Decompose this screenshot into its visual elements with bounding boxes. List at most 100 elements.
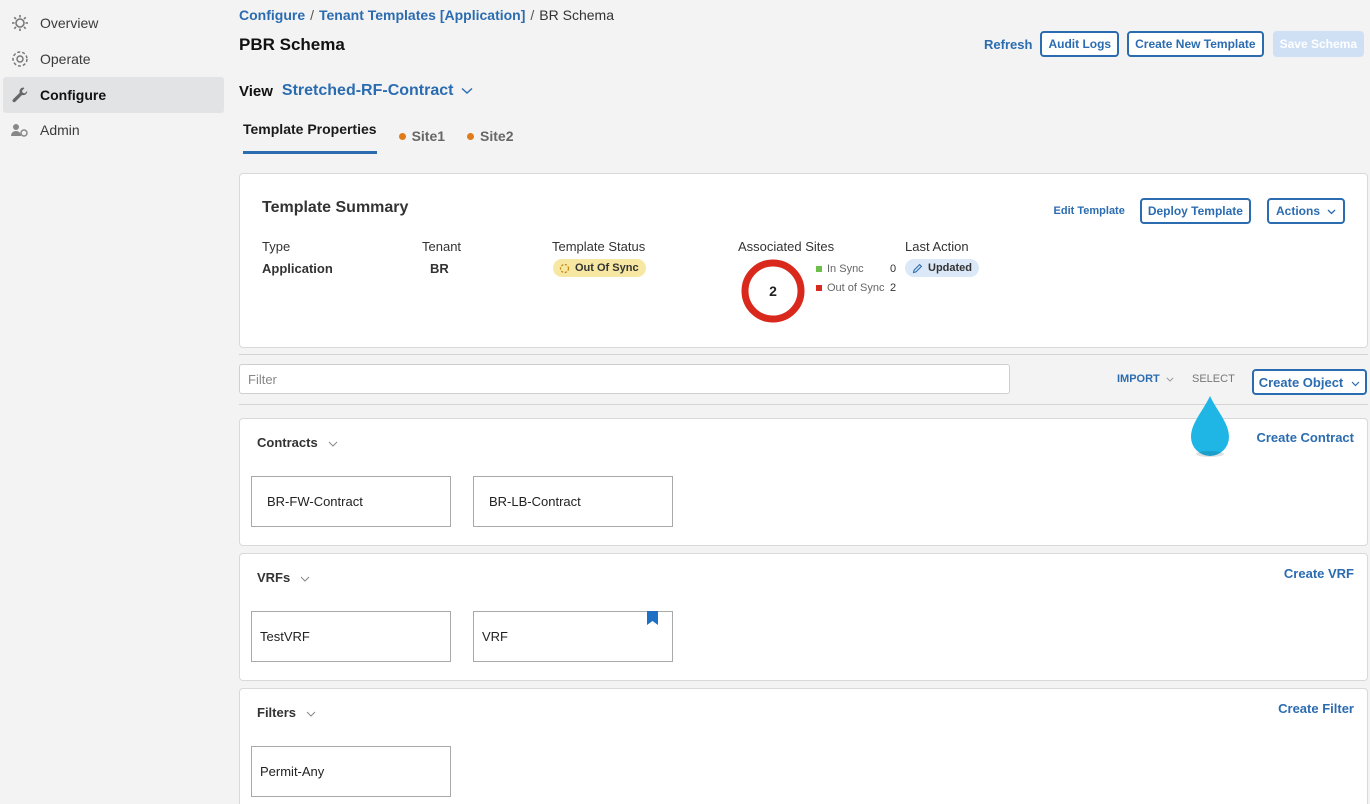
vrf-card-label: VRF xyxy=(482,629,508,644)
view-value[interactable]: Stretched-RF-Contract xyxy=(282,82,454,100)
edit-template-button[interactable]: Edit Template xyxy=(1054,205,1125,217)
section-title: Filters xyxy=(257,705,297,720)
last-action-label: Last Action xyxy=(905,239,969,254)
deploy-template-button[interactable]: Deploy Template xyxy=(1139,198,1251,224)
last-action-text: Updated xyxy=(928,262,972,274)
pencil-icon xyxy=(912,263,923,274)
section-header[interactable]: Filters xyxy=(257,705,316,720)
breadcrumb-current: BR Schema xyxy=(539,7,614,23)
chevron-down-icon xyxy=(1327,204,1336,218)
tenant-value: BR xyxy=(430,261,449,276)
legend-in-sync: In Sync xyxy=(816,263,864,275)
sidebar-item-configure[interactable]: Configure xyxy=(3,77,224,113)
sidebar-item-label: Admin xyxy=(40,122,80,138)
status-dot-icon xyxy=(398,132,406,140)
section-header[interactable]: Contracts xyxy=(257,435,338,450)
sidebar-item-admin[interactable]: Admin xyxy=(3,112,224,148)
chevron-down-icon[interactable] xyxy=(328,435,338,450)
in-sync-count: 0 xyxy=(890,263,897,275)
sidebar-item-operate[interactable]: Operate xyxy=(3,41,224,77)
sidebar-item-overview[interactable]: Overview xyxy=(3,5,224,41)
create-new-template-button[interactable]: Create New Template xyxy=(1127,31,1264,57)
filters-section: Filters Create Filter Permit-Any xyxy=(239,688,1368,804)
create-contract-button[interactable]: Create Contract xyxy=(1256,430,1354,445)
type-label: Type xyxy=(262,239,291,254)
template-summary-card: Template Summary Edit Template Deploy Te… xyxy=(239,173,1368,348)
template-status-label: Template Status xyxy=(552,239,646,254)
legend-label: In Sync xyxy=(827,263,864,275)
bookmark-icon xyxy=(647,611,658,628)
template-tabs: Template Properties Site1 Site2 xyxy=(243,121,536,154)
tab-label: Site1 xyxy=(411,128,446,144)
breadcrumb-tenant-templates[interactable]: Tenant Templates [Application] xyxy=(319,7,525,23)
section-title: VRFs xyxy=(257,570,291,585)
tab-site2[interactable]: Site2 xyxy=(467,126,514,146)
type-value: Application xyxy=(262,261,333,276)
save-schema-button[interactable]: Save Schema xyxy=(1272,31,1364,57)
legend-swatch xyxy=(816,266,822,272)
view-label: View xyxy=(239,82,273,100)
wrench-icon xyxy=(10,85,30,105)
drop-indicator-icon xyxy=(1189,395,1231,464)
create-object-label: Create Object xyxy=(1258,374,1344,390)
legend-label: Out of Sync xyxy=(827,282,885,294)
chevron-down-icon[interactable] xyxy=(306,705,316,720)
import-button[interactable]: IMPORT xyxy=(1117,373,1174,385)
sidebar-item-label: Operate xyxy=(40,51,91,67)
associated-sites-label: Associated Sites xyxy=(738,239,835,254)
breadcrumb-separator: / xyxy=(310,7,314,23)
breadcrumb-configure[interactable]: Configure xyxy=(239,7,305,23)
create-filter-button[interactable]: Create Filter xyxy=(1278,701,1354,716)
status-dot-icon xyxy=(467,132,475,140)
select-button[interactable]: SELECT xyxy=(1192,373,1235,385)
chevron-down-icon xyxy=(1351,375,1360,390)
sites-donut-chart: 2 xyxy=(741,259,805,323)
admin-users-icon xyxy=(10,120,30,140)
sidebar-item-label: Configure xyxy=(40,87,107,103)
contract-card[interactable]: BR-LB-Contract xyxy=(473,476,673,527)
chevron-down-icon[interactable] xyxy=(461,82,473,100)
contract-card[interactable]: BR-FW-Contract xyxy=(251,476,451,527)
vrfs-section: VRFs Create VRF TestVRF VRF xyxy=(239,553,1368,681)
summary-title: Template Summary xyxy=(262,199,409,216)
tab-site1[interactable]: Site1 xyxy=(398,126,446,146)
legend-out-of-sync: Out of Sync xyxy=(816,282,884,294)
page-title: PBR Schema xyxy=(239,35,345,54)
sidebar: Overview Operate Configure Admin xyxy=(0,0,229,804)
last-action-badge: Updated xyxy=(905,259,979,277)
refresh-button[interactable]: Refresh xyxy=(984,37,1032,52)
out-of-sync-count: 2 xyxy=(890,282,897,294)
summary-actions: Edit Template Deploy Template Actions xyxy=(1054,198,1345,224)
status-badge-text: Out Of Sync xyxy=(575,262,639,274)
legend-swatch xyxy=(816,285,822,291)
vrf-card[interactable]: TestVRF xyxy=(251,611,451,662)
vrf-card[interactable]: VRF xyxy=(473,611,673,662)
breadcrumb-separator: / xyxy=(530,7,535,23)
create-object-button[interactable]: Create Object xyxy=(1252,369,1367,395)
audit-logs-button[interactable]: Audit Logs xyxy=(1040,31,1120,57)
create-vrf-button[interactable]: Create VRF xyxy=(1284,566,1354,581)
import-label: IMPORT xyxy=(1117,373,1160,385)
header-actions: Refresh Audit Logs Create New Template S… xyxy=(984,31,1364,57)
sites-total: 2 xyxy=(769,283,777,299)
breadcrumb: Configure / Tenant Templates [Application]… xyxy=(239,7,614,23)
chevron-down-icon[interactable] xyxy=(300,570,310,585)
status-badge: Out Of Sync xyxy=(553,259,646,277)
view-selector[interactable]: View Stretched-RF-Contract xyxy=(239,82,473,100)
divider xyxy=(239,354,1368,355)
filter-card[interactable]: Permit-Any xyxy=(251,746,451,797)
sidebar-item-label: Overview xyxy=(40,15,99,31)
sync-icon xyxy=(559,263,570,274)
section-title: Contracts xyxy=(257,435,318,450)
section-header[interactable]: VRFs xyxy=(257,570,310,585)
operate-icon xyxy=(10,49,30,69)
filter-input[interactable] xyxy=(239,364,1010,394)
actions-label: Actions xyxy=(1275,204,1320,218)
actions-dropdown[interactable]: Actions xyxy=(1266,198,1345,224)
chevron-down-icon xyxy=(1166,373,1174,385)
overview-icon xyxy=(10,13,30,33)
tenant-label: Tenant xyxy=(422,239,462,254)
tab-label: Site2 xyxy=(480,128,514,144)
tab-label: Template Properties xyxy=(243,120,377,137)
tab-template-properties[interactable]: Template Properties xyxy=(243,121,377,154)
